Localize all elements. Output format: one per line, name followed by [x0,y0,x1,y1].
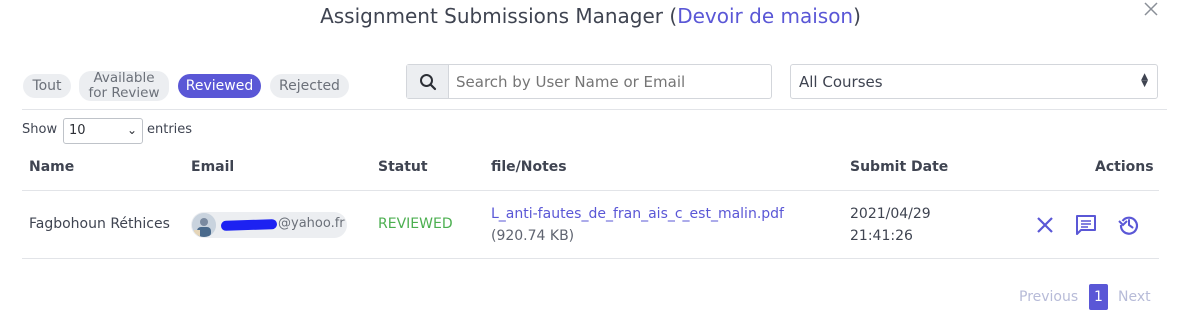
submit-time: 21:41:26 [850,228,913,244]
filter-tab-label: Reviewed [185,78,254,94]
course-select-value: All Courses [799,73,883,91]
search-button[interactable] [407,65,449,98]
pagination-next[interactable]: Next [1118,289,1151,305]
filter-tab-rejected[interactable]: Rejected [270,74,349,98]
show-label: Show [22,122,58,137]
entries-label: entries [147,122,193,137]
email-domain: @yahoo.fr [278,216,345,231]
filter-tab-label-line1: Available [93,70,155,86]
search-box [406,64,772,99]
search-input[interactable] [456,73,756,91]
column-header-name[interactable]: Name [29,159,74,175]
column-header-email[interactable]: Email [191,159,234,175]
filter-tab-tout[interactable]: Tout [23,74,71,98]
select-arrows-icon: ▲ ▼ [1141,72,1148,89]
entries-select[interactable]: 10 ⌄ [63,118,143,144]
filter-tab-label: Tout [32,78,62,94]
title-prefix: Assignment Submissions Manager ( [320,4,678,28]
column-header-file-notes[interactable]: file/Notes [491,159,567,175]
comment-icon[interactable] [1074,213,1098,237]
divider [22,109,1167,110]
column-header-actions: Actions [1095,159,1154,175]
filter-tab-reviewed[interactable]: Reviewed [178,74,261,98]
redaction-mark [220,219,278,231]
entries-select-value: 10 [69,123,86,138]
column-header-submit-date[interactable]: Submit Date [850,159,948,175]
close-icon[interactable] [1142,2,1160,20]
chevron-down-icon: ⌄ [126,123,137,137]
pagination-page-1[interactable]: 1 [1089,284,1108,310]
pagination-previous[interactable]: Previous [1019,289,1078,305]
header-divider [22,190,1159,191]
filter-tab-available-for-review[interactable]: Available for Review [79,71,169,101]
file-size: (920.74 KB) [491,228,575,244]
history-icon[interactable] [1117,213,1141,237]
file-link[interactable]: L_anti-fautes_de_fran_ais_c_est_malin.pd… [491,206,784,222]
title-assignment-name: Devoir de maison [677,4,854,28]
modal-title: Assignment Submissions Manager (Devoir d… [0,4,1181,28]
row-divider [22,258,1159,259]
column-header-status[interactable]: Statut [378,159,428,175]
reject-icon[interactable] [1033,213,1057,237]
filter-tab-label: Rejected [279,78,340,94]
email-chip: @yahoo.fr [191,212,347,238]
course-select[interactable]: All Courses ▲ ▼ [790,64,1158,99]
student-name: Fagbohoun Réthices [29,216,170,232]
avatar [192,213,216,237]
submit-date: 2021/04/29 [850,206,931,222]
search-icon [419,73,436,90]
title-suffix: ) [853,4,861,28]
status-badge: REVIEWED [378,216,453,232]
filter-tab-label-line2: for Review [88,85,160,101]
